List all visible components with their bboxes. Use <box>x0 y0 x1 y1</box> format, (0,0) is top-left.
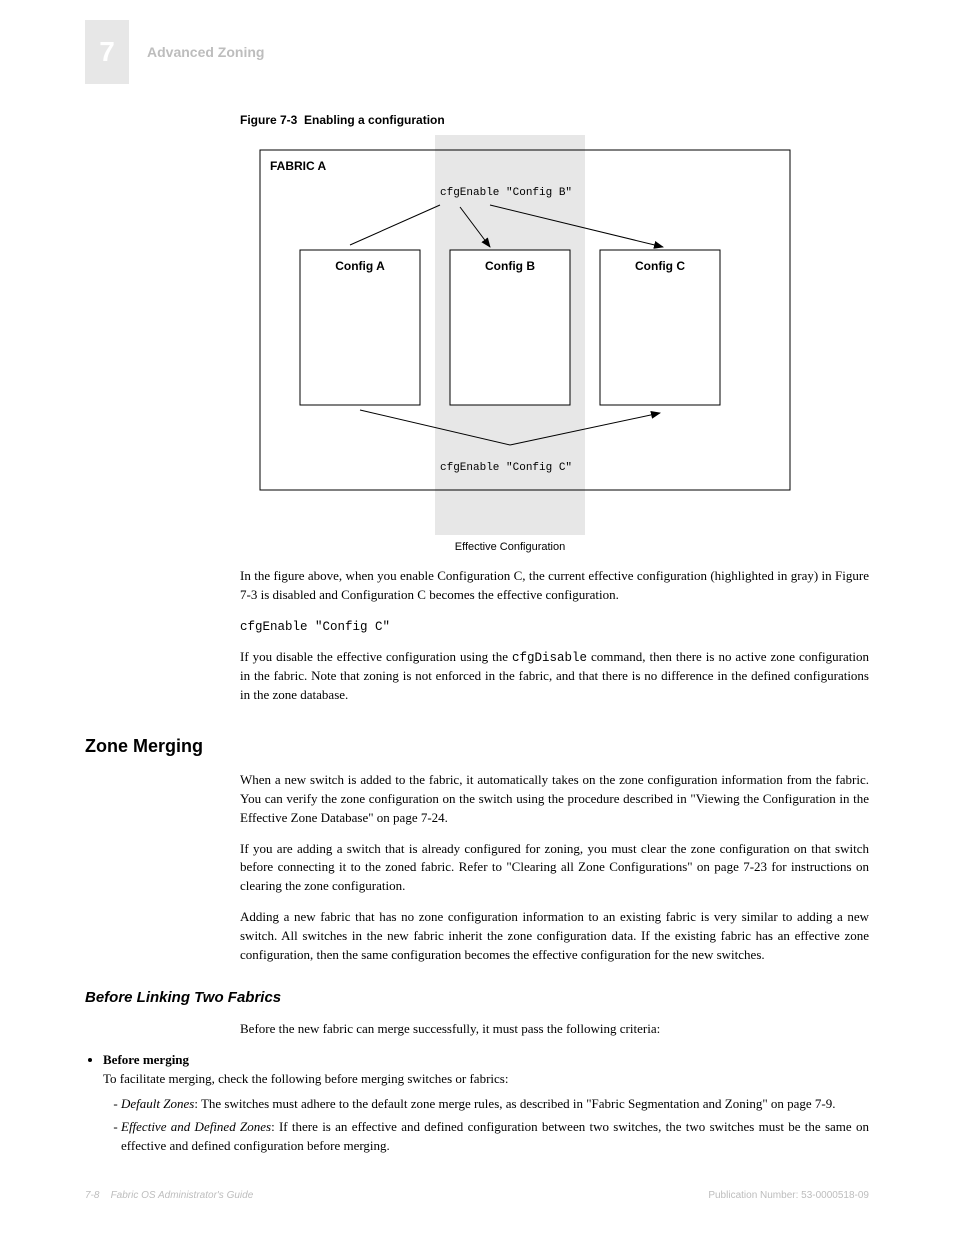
merging-p3: Adding a new fabric that has no zone con… <box>240 908 869 965</box>
config-a-label: Config A <box>335 259 385 273</box>
config-b-box <box>450 250 570 405</box>
effective-config-label: Effective Configuration <box>455 541 565 553</box>
arrow-label-to-a <box>350 205 440 245</box>
config-c-label: Config C <box>635 259 685 273</box>
bullet-1-body: The switches must adhere to the default … <box>201 1096 836 1111</box>
chapter-number: 7 <box>99 32 115 73</box>
prejoin-intro: Before the new fabric can merge successf… <box>240 1020 869 1039</box>
p1-cmd-line: cfgEnable "Config C" <box>240 617 869 636</box>
footer-doc-title: Fabric OS Administrator's Guide <box>111 1190 254 1201</box>
p1-command: cfgEnable "Config C" <box>240 620 390 634</box>
chapter-title: Advanced Zoning <box>147 42 264 62</box>
bullet-0-lead: Before merging <box>103 1052 189 1067</box>
fabric-label: FABRIC A <box>270 159 327 173</box>
footer-left: 7-8 Fabric OS Administrator's Guide <box>85 1189 253 1204</box>
paragraph-1: In the figure above, when you enable Con… <box>240 567 869 605</box>
cfg-enable-b-label: cfgEnable "Config B" <box>440 187 572 199</box>
chapter-number-box: 7 <box>85 20 129 84</box>
bullet-default-zones: Default Zones: The switches must adhere … <box>121 1095 869 1114</box>
p1-text: In the figure above, when you enable Con… <box>240 568 869 602</box>
page-footer: 7-8 Fabric OS Administrator's Guide Publ… <box>85 1189 869 1204</box>
bullet-1-lead: Default Zones <box>121 1096 194 1111</box>
cfgDisable-cmd: cfgDisable <box>512 651 587 665</box>
p2-pre: If you disable the effective configurati… <box>240 649 512 664</box>
config-c-box <box>600 250 720 405</box>
figure: FABRIC A cfgEnable "Config B" Config A C… <box>240 135 869 555</box>
page-header: 7 Advanced Zoning <box>85 20 869 84</box>
section-zone-merging-title: Zone Merging <box>85 733 869 759</box>
bullet-effective-defined: Effective and Defined Zones: If there is… <box>121 1118 869 1156</box>
figure-number: Figure 7-3 <box>240 113 297 127</box>
merging-p2: If you are adding a switch that is alrea… <box>240 840 869 897</box>
footer-page-number: 7-8 <box>85 1190 99 1201</box>
section-prejoin-title: Before Linking Two Fabrics <box>85 987 869 1009</box>
config-b-label: Config B <box>485 259 535 273</box>
bullet-2-lead: Effective and Defined Zones <box>121 1119 271 1134</box>
prejoin-bullets: Before merging To facilitate merging, ch… <box>85 1051 869 1155</box>
bullet-0-body: To facilitate merging, check the followi… <box>103 1071 508 1086</box>
footer-right: Publication Number: 53-0000518-09 <box>708 1189 869 1204</box>
figure-svg: FABRIC A cfgEnable "Config B" Config A C… <box>240 135 800 555</box>
config-a-box <box>300 250 420 405</box>
paragraph-2: If you disable the effective configurati… <box>240 648 869 705</box>
figure-caption: Figure 7-3 Enabling a configuration <box>240 112 869 129</box>
figure-title: Enabling a configuration <box>304 113 445 127</box>
bullet-before-merging: Before merging To facilitate merging, ch… <box>103 1051 869 1155</box>
merging-intro: When a new switch is added to the fabric… <box>240 771 869 828</box>
cfg-enable-c-label: cfgEnable "Config C" <box>440 462 572 474</box>
